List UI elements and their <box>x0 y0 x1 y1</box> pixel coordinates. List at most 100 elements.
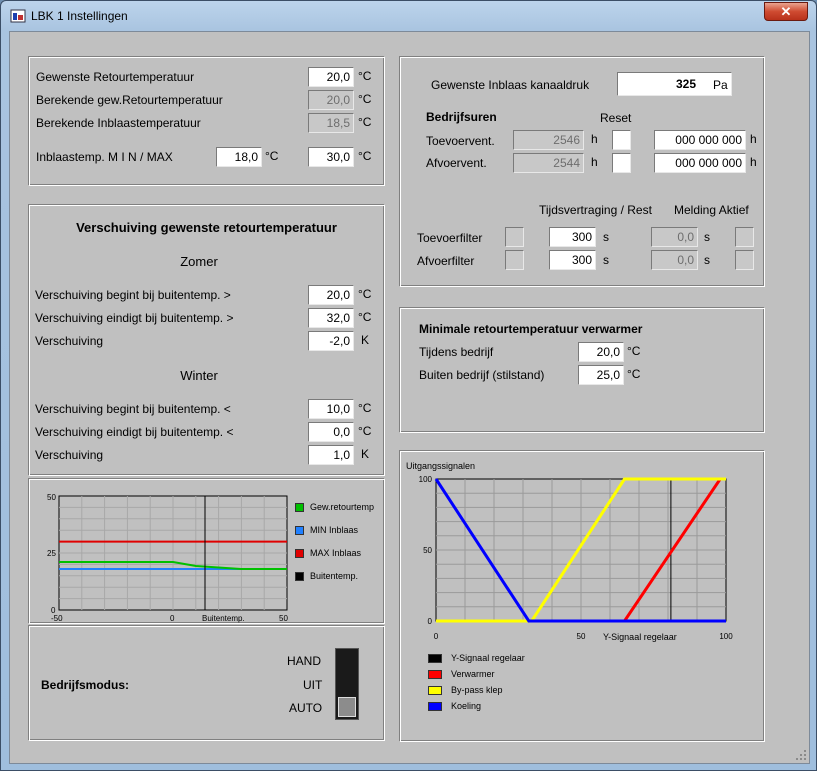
winter-begin-label: Verschuiving begint bij buitentemp. < <box>35 402 231 416</box>
small-chart-ytick: 25 <box>47 549 56 558</box>
resize-grip-icon[interactable] <box>795 749 807 761</box>
inblaastemp-min-input[interactable]: 18,0 <box>216 147 262 167</box>
small-chart-xtick: 50 <box>279 614 288 623</box>
afvoervent-reset-checkbox[interactable] <box>612 153 631 173</box>
mode-hand-label[interactable]: HAND <box>287 654 321 668</box>
unit-label: °C <box>358 149 372 163</box>
kanaaldruk-label: Gewenste Inblaas kanaaldruk <box>431 78 590 92</box>
legend-label: Koeling <box>451 701 482 711</box>
retour-label-1: Berekende gew.Retourtemperatuur <box>36 93 223 107</box>
afvoerfilter-delay-input[interactable]: 300 <box>549 250 596 270</box>
toevoervent-reset-checkbox[interactable] <box>612 130 631 150</box>
zomer-heading: Zomer <box>180 254 218 269</box>
inblaastemp-max-input[interactable]: 30,0 <box>308 147 354 167</box>
buiten-bedrijf-input[interactable]: 25,0 <box>578 365 624 385</box>
zomer-begin-input[interactable]: 20,0 <box>308 285 354 305</box>
winter-heading: Winter <box>180 368 218 383</box>
unit-label: °C <box>358 287 372 301</box>
bedrijfsmodus-panel: Bedrijfsmodus: HAND UIT AUTO <box>28 625 385 741</box>
afvoerfilter-status <box>505 250 524 270</box>
winter-begin-input[interactable]: 10,0 <box>308 399 354 419</box>
minimale-panel: Minimale retourtemperatuur verwarmer Tij… <box>399 307 765 433</box>
zomer-begin-label: Verschuiving begint bij buitentemp. > <box>35 288 231 302</box>
legend-label: Y-Signaal regelaar <box>451 653 525 663</box>
retour-label-2: Berekende Inblaastemperatuur <box>36 116 201 130</box>
unit-label: °C <box>265 149 279 163</box>
afvoervent-label: Afvoervent. <box>426 156 487 170</box>
unit-label: °C <box>627 344 641 358</box>
app-icon <box>10 9 26 23</box>
retour-label-0: Gewenste Retourtemperatuur <box>36 70 195 84</box>
afvoervent-hours-field: 2544 <box>513 153 584 173</box>
legend-swatch <box>428 702 442 711</box>
zomer-verschuiving-label: Verschuiving <box>35 334 104 348</box>
legend-swatch-min <box>295 526 304 535</box>
toevoerfilter-rest-field: 0,0 <box>651 227 698 247</box>
chart-ytick: 50 <box>423 546 432 555</box>
zomer-eind-input[interactable]: 32,0 <box>308 308 354 328</box>
legend-buitentemp: Buitentemp. <box>310 571 359 581</box>
window-title: LBK 1 Instellingen <box>31 9 128 23</box>
berekende-retourtemp-field: 20,0 <box>308 90 354 110</box>
retour-panel: Gewenste Retourtemperatuur 20,0 °C Berek… <box>28 56 385 186</box>
unit-label: °C <box>358 69 372 83</box>
small-chart-xtick: 0 <box>170 614 175 623</box>
unit-label: °C <box>358 310 372 324</box>
winter-eind-input[interactable]: 0,0 <box>308 422 354 442</box>
afvoerfilter-melding-indicator <box>735 250 754 270</box>
mode-auto-label[interactable]: AUTO <box>289 701 322 715</box>
legend-swatch-max <box>295 549 304 558</box>
unit-label: h <box>591 155 598 169</box>
buiten-bedrijf-label: Buiten bedrijf (stilstand) <box>419 368 545 382</box>
bedrijfsmodus-label: Bedrijfsmodus: <box>41 678 130 692</box>
unit-label: °C <box>358 115 372 129</box>
tijdens-bedrijf-input[interactable]: 20,0 <box>578 342 624 362</box>
gewenste-retourtemp-input[interactable]: 20,0 <box>308 67 354 87</box>
unit-label: h <box>750 132 757 146</box>
afvoervent-counter-input[interactable]: 000 000 000 <box>654 153 746 173</box>
unit-label: s <box>603 253 609 267</box>
toevoerfilter-melding-indicator <box>735 227 754 247</box>
melding-header: Melding Aktief <box>674 203 749 217</box>
mode-switch-knob[interactable] <box>338 697 356 717</box>
toevoerfilter-status <box>505 227 524 247</box>
mode-uit-label[interactable]: UIT <box>303 678 322 692</box>
unit-label: s <box>603 230 609 244</box>
chart-xlabel: Y-Signaal regelaar <box>603 632 677 642</box>
unit-label: h <box>750 155 757 169</box>
mode-selector-switch[interactable] <box>335 648 359 720</box>
winter-eind-label: Verschuiving eindigt bij buitentemp. < <box>35 425 234 439</box>
unit-label: °C <box>358 424 372 438</box>
winter-verschuiving-input[interactable]: 1,0 <box>308 445 354 465</box>
chart-xtick: 50 <box>577 632 586 641</box>
minimale-title: Minimale retourtemperatuur verwarmer <box>419 322 643 336</box>
unit-label: h <box>591 132 598 146</box>
tijdens-bedrijf-label: Tijdens bedrijf <box>419 345 494 359</box>
close-button[interactable]: ✕ <box>764 2 808 21</box>
unit-label: K <box>361 333 370 347</box>
title-bar[interactable]: LBK 1 Instellingen ✕ <box>1 1 816 31</box>
unit-label: °C <box>358 92 372 106</box>
winter-verschuiving-label: Verschuiving <box>35 448 104 462</box>
chart-ytick: 0 <box>428 617 433 626</box>
small-chart-ytick: 50 <box>47 493 56 502</box>
zomer-verschuiving-input[interactable]: -2,0 <box>308 331 354 351</box>
unit-label: °C <box>358 401 372 415</box>
toevoervent-counter-input[interactable]: 000 000 000 <box>654 130 746 150</box>
inblaastemp-minmax-label: Inblaastemp. M I N / MAX <box>36 150 173 164</box>
chart-title: Uitgangssignalen <box>406 461 475 471</box>
tijdsvertraging-header: Tijdsvertraging / Rest <box>539 203 652 217</box>
legend-swatch <box>428 686 442 695</box>
legend-label: Verwarmer <box>451 669 495 679</box>
chart-ytick: 100 <box>419 475 433 484</box>
unit-label: K <box>361 447 370 461</box>
chart-xtick: 0 <box>434 632 439 641</box>
afvoerfilter-label: Afvoerfilter <box>417 254 475 268</box>
toevoerfilter-delay-input[interactable]: 300 <box>549 227 596 247</box>
legend-gew-retourtemp: Gew.retourtemp <box>310 502 375 512</box>
legend-swatch-buiten <box>295 572 304 581</box>
unit-label: s <box>704 230 710 244</box>
uitgangssignalen-panel: Uitgangssignalen 100 50 0 0 50 100 Y-Signaal … <box>399 450 765 742</box>
uitgangssignalen-chart: Uitgangssignalen 100 50 00 50 100 Y-Signaal … <box>406 461 733 642</box>
bedrijfsuren-label: Bedrijfsuren <box>426 110 497 124</box>
